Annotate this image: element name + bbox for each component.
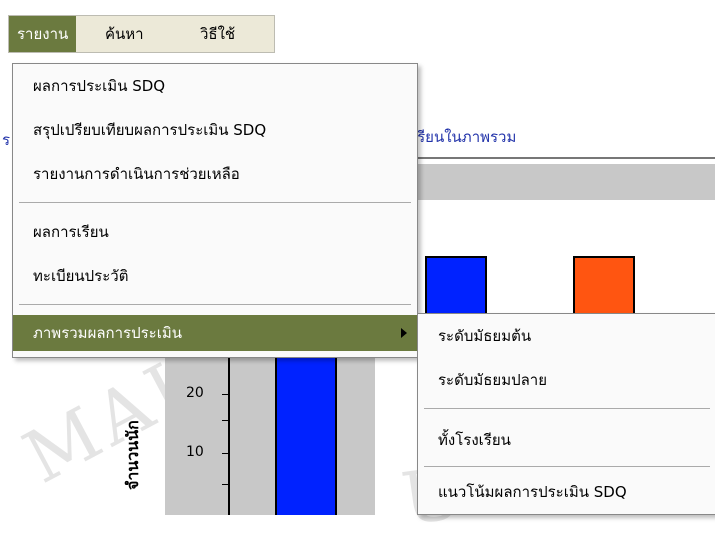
- menu-separator: [424, 466, 710, 467]
- menu-item-assessment-overview[interactable]: ภาพรวมผลการประเมิน: [13, 315, 417, 351]
- chart-tick-label: 10: [186, 444, 204, 460]
- chart-tick: [222, 484, 230, 485]
- chart-y-axis-label: จำนวนนัก: [123, 420, 142, 490]
- menu-search[interactable]: ค้นหา: [97, 16, 152, 52]
- chart-tick: [222, 394, 230, 395]
- menu-item-sdq-comparison[interactable]: สรุปเปรียบเทียบผลการประเมิน SDQ: [13, 112, 417, 148]
- menu-item-sdq-results[interactable]: ผลการประเมิน SDQ: [13, 68, 417, 104]
- overview-submenu: ระดับมัธยมต้น ระดับมัธยมปลาย ทั้งโรงเรีย…: [417, 313, 715, 515]
- divider: [400, 157, 715, 159]
- menu-item-label: ภาพรวมผลการประเมิน: [33, 324, 183, 342]
- menu-separator: [19, 304, 411, 305]
- submenu-item-upper-secondary[interactable]: ระดับมัธยมปลาย: [418, 362, 715, 398]
- chart-tick-label: 20: [186, 385, 204, 401]
- submenu-arrow-icon: [401, 328, 407, 338]
- menubar: รายงาน ค้นหา วิธีใช้: [8, 15, 275, 53]
- submenu-item-lower-secondary[interactable]: ระดับมัธยมต้น: [418, 318, 715, 354]
- page-left-fragment: ร: [2, 131, 11, 149]
- page-heading-fragment: เรียนในภาพรวม: [412, 128, 517, 146]
- submenu-item-whole-school[interactable]: ทั้งโรงเรียน: [418, 422, 715, 458]
- menu-separator: [424, 408, 710, 409]
- chart-y-axis: [228, 345, 230, 515]
- submenu-item-sdq-trend[interactable]: แนวโน้มผลการประเมิน SDQ: [418, 474, 715, 510]
- chart-header-band: [400, 164, 715, 200]
- menu-item-study-results[interactable]: ผลการเรียน: [13, 214, 417, 250]
- legend-swatch-blue: [425, 256, 487, 316]
- menu-item-student-records[interactable]: ทะเบียนประวัติ: [13, 258, 417, 294]
- chart-plot-area: [165, 345, 375, 515]
- legend-swatch-orange: [573, 256, 635, 316]
- chart-tick: [222, 453, 230, 454]
- menu-help[interactable]: วิธีใช้: [192, 16, 243, 52]
- menu-item-assistance-report[interactable]: รายงานการดำเนินการช่วยเหลือ: [13, 156, 417, 192]
- chart-tick: [222, 420, 230, 421]
- menu-report[interactable]: รายงาน: [9, 16, 77, 52]
- chart-bar: [275, 345, 337, 515]
- report-menu: ผลการประเมิน SDQ สรุปเปรียบเทียบผลการประ…: [12, 63, 418, 358]
- menu-separator: [19, 202, 411, 203]
